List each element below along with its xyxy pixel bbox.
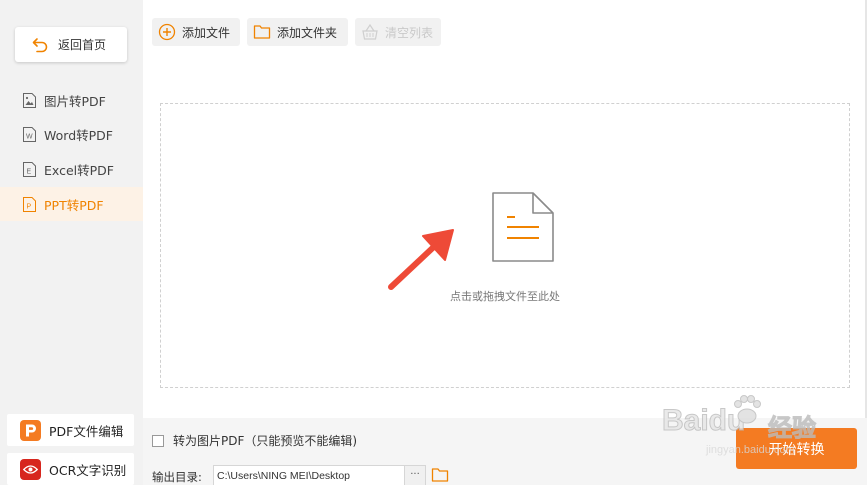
image-pdf-option[interactable]: 转为图片PDF（只能预览不能编辑) bbox=[152, 432, 357, 449]
sidebar-item-label: Word转PDF bbox=[44, 127, 113, 143]
add-folder-label: 添加文件夹 bbox=[277, 25, 338, 40]
browse-button[interactable]: ··· bbox=[404, 465, 426, 485]
pdf-edit-tool-button[interactable]: PDF文件编辑 bbox=[7, 414, 134, 446]
pointer-arrow-icon bbox=[388, 229, 454, 290]
open-folder-icon[interactable] bbox=[431, 466, 449, 484]
paw-icon bbox=[734, 395, 761, 424]
ocr-eye-icon bbox=[20, 458, 41, 480]
pdf-edit-label: PDF文件编辑 bbox=[49, 423, 124, 439]
image-file-icon bbox=[23, 92, 36, 108]
plus-circle-icon bbox=[158, 23, 176, 41]
ppt-file-icon: P bbox=[23, 196, 36, 212]
baidu-watermark: Baidu 经验 jingyan.baidu.com bbox=[661, 388, 842, 468]
return-arrow-icon bbox=[32, 37, 48, 52]
clear-basket-icon bbox=[362, 23, 378, 40]
sidebar-item-label: Excel转PDF bbox=[44, 162, 114, 178]
excel-file-icon: E bbox=[23, 161, 36, 177]
pdf-edit-icon bbox=[20, 419, 41, 441]
back-home-button[interactable]: 返回首页 bbox=[15, 27, 127, 62]
output-path-field[interactable]: C:\Users\NING MEI\Desktop bbox=[213, 465, 426, 485]
sidebar-item-word-to-pdf[interactable]: W Word转PDF bbox=[0, 117, 143, 151]
watermark-suffix: 经验 bbox=[768, 415, 817, 443]
svg-text:E: E bbox=[27, 168, 32, 175]
ocr-tool-button[interactable]: OCR文字识别 bbox=[7, 453, 134, 485]
clear-list-button[interactable]: 清空列表 bbox=[355, 18, 441, 46]
drop-hint-text: 点击或拖拽文件至此处 bbox=[450, 290, 560, 303]
sidebar-item-ppt-to-pdf[interactable]: P PPT转PDF bbox=[0, 187, 143, 221]
sidebar-item-label: PPT转PDF bbox=[44, 197, 104, 213]
image-pdf-checkbox[interactable] bbox=[152, 434, 164, 447]
image-pdf-label: 转为图片PDF（只能预览不能编辑) bbox=[173, 434, 358, 448]
ocr-label: OCR文字识别 bbox=[49, 462, 127, 478]
word-file-icon: W bbox=[23, 126, 36, 142]
svg-text:W: W bbox=[26, 133, 33, 140]
file-drop-zone[interactable]: 点击或拖拽文件至此处 bbox=[160, 103, 850, 388]
add-file-button[interactable]: 添加文件 bbox=[152, 18, 240, 46]
add-folder-button[interactable]: 添加文件夹 bbox=[247, 18, 348, 46]
clear-list-label: 清空列表 bbox=[385, 25, 434, 40]
output-dir-label: 输出目录: bbox=[152, 470, 202, 484]
folder-icon bbox=[253, 25, 271, 39]
main-panel: 添加文件 添加文件夹 清空列表 点击或拖拽文件至此处 bbox=[143, 0, 867, 418]
document-icon bbox=[492, 192, 554, 262]
sidebar-item-image-to-pdf[interactable]: 图片转PDF bbox=[0, 83, 143, 117]
add-file-label: 添加文件 bbox=[182, 25, 231, 40]
sidebar-item-label: 图片转PDF bbox=[44, 93, 106, 109]
watermark-url: jingyan.baidu.com bbox=[706, 444, 795, 456]
svg-text:P: P bbox=[27, 203, 32, 210]
sidebar-item-excel-to-pdf[interactable]: E Excel转PDF bbox=[0, 152, 143, 186]
sidebar: 返回首页 图片转PDF W Word转PDF E Excel转PDF P PPT… bbox=[0, 0, 143, 485]
back-home-label: 返回首页 bbox=[58, 38, 107, 52]
